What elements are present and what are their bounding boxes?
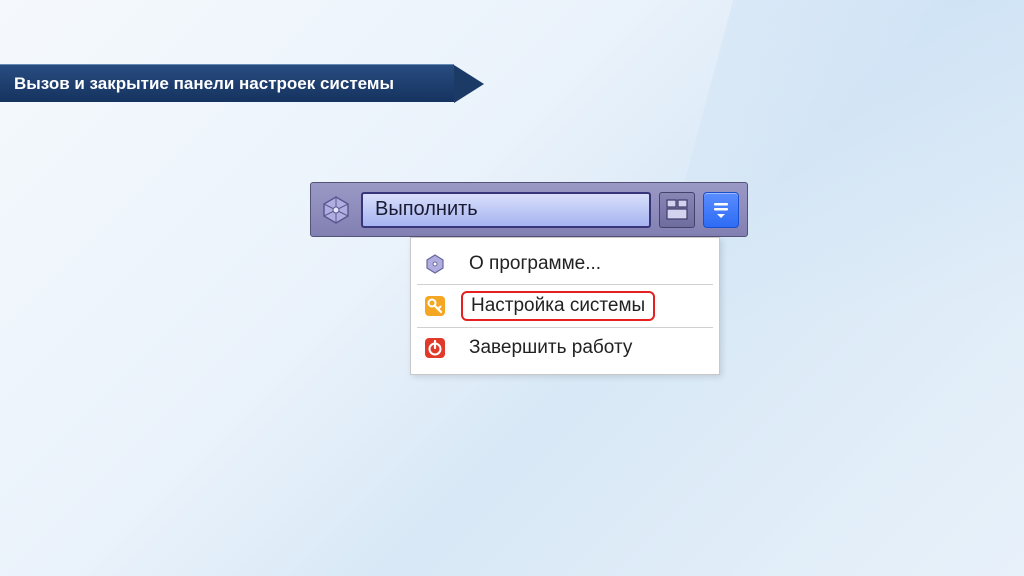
layout-button[interactable] <box>659 192 695 228</box>
app-panel: Выполнить О программе <box>310 182 748 237</box>
menu-item-label: О программе... <box>461 251 609 277</box>
menu-item-label: Завершить работу <box>461 335 640 361</box>
title-banner: Вызов и закрытие панели настроек системы <box>0 64 454 102</box>
menu-item-about[interactable]: О программе... <box>417 244 713 285</box>
menu-item-settings[interactable]: Настройка системы <box>417 285 713 328</box>
run-input[interactable]: Выполнить <box>361 192 651 228</box>
run-input-label: Выполнить <box>375 198 478 221</box>
toolbar: Выполнить <box>310 182 748 237</box>
logo-icon[interactable] <box>319 193 353 227</box>
title-text: Вызов и закрытие панели настроек системы <box>14 74 394 94</box>
power-icon <box>421 334 449 362</box>
hexagon-icon <box>421 250 449 278</box>
dropdown-menu: О программе... Настройка системы <box>410 237 720 375</box>
key-icon <box>421 292 449 320</box>
menu-item-label: Настройка системы <box>461 291 655 321</box>
menu-button[interactable] <box>703 192 739 228</box>
menu-item-exit[interactable]: Завершить работу <box>417 328 713 368</box>
